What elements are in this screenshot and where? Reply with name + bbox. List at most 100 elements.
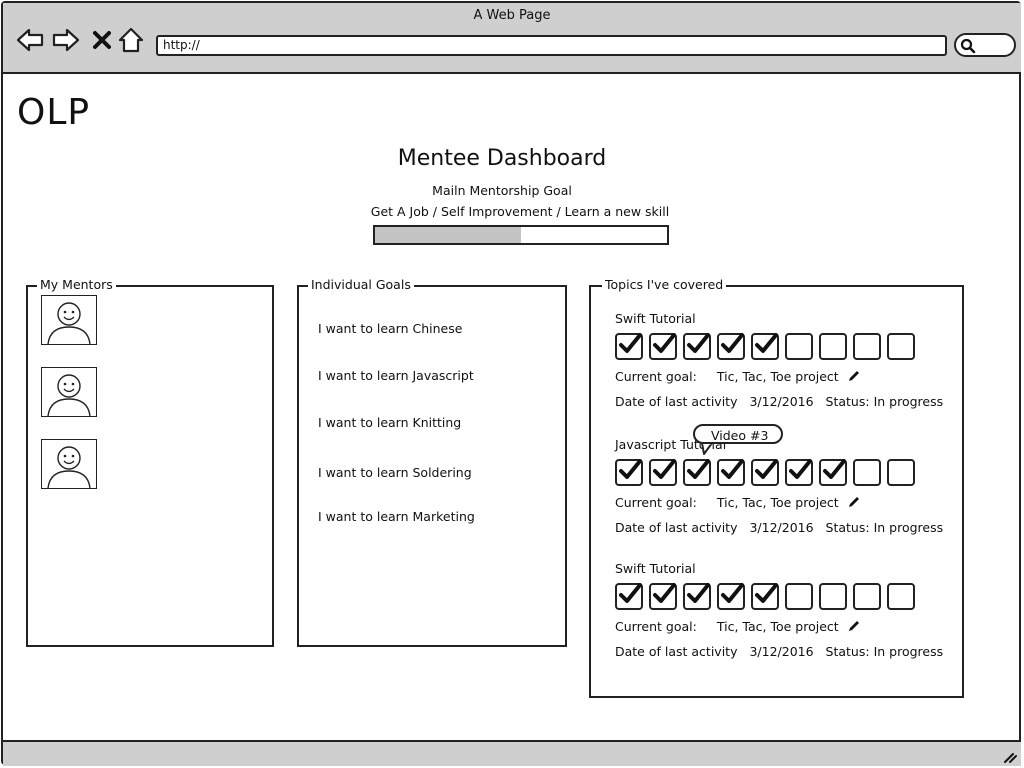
mentors-panel-title: My Mentors — [37, 277, 116, 292]
mentor-avatar[interactable] — [41, 295, 97, 345]
progress-fill — [375, 227, 521, 243]
video-tooltip: Video #3 — [693, 424, 783, 444]
pencil-icon[interactable] — [847, 495, 861, 512]
checkbox-unchecked[interactable] — [819, 583, 847, 610]
checkbox-unchecked[interactable] — [819, 333, 847, 360]
close-icon[interactable] — [87, 25, 117, 55]
topics-panel: Topics I've covered Swift Tutorial Curre… — [589, 277, 964, 698]
app-logo[interactable]: OLP — [17, 92, 90, 133]
checkbox-checked[interactable] — [649, 583, 677, 610]
checkbox-checked[interactable] — [683, 459, 711, 486]
checkbox-checked[interactable] — [751, 333, 779, 360]
checkbox-checked[interactable] — [615, 583, 643, 610]
status-label: Status: — [825, 644, 870, 659]
date-value: 3/12/2016 — [749, 644, 814, 659]
avatar-icon — [47, 302, 91, 344]
checkbox-checked[interactable] — [615, 459, 643, 486]
checkbox-checked[interactable] — [683, 583, 711, 610]
status-label: Status: — [825, 520, 870, 535]
topic-last-activity: Date of last activity 3/12/2016 Status: … — [615, 644, 943, 659]
page-title: Mentee Dashboard — [397, 146, 607, 171]
checkbox-unchecked[interactable] — [785, 333, 813, 360]
mentor-avatar[interactable] — [41, 439, 97, 489]
checkmark-icon — [687, 333, 710, 353]
checkmark-icon — [687, 459, 710, 479]
checkmark-icon — [721, 333, 744, 353]
date-value: 3/12/2016 — [749, 394, 814, 409]
goals-panel-title: Individual Goals — [308, 277, 414, 292]
checkbox-checked[interactable] — [717, 583, 745, 610]
resize-grip-icon[interactable] — [1003, 751, 1017, 763]
goal-item[interactable]: I want to learn Chinese — [318, 321, 462, 336]
search-field[interactable] — [954, 33, 1016, 57]
checkbox-unchecked[interactable] — [785, 583, 813, 610]
checkbox-checked[interactable] — [615, 333, 643, 360]
pencil-icon[interactable] — [847, 619, 861, 636]
checkbox-checked[interactable] — [751, 459, 779, 486]
checkmark-icon — [687, 583, 710, 603]
checkmark-icon — [653, 583, 676, 603]
date-label: Date of last activity — [615, 394, 738, 409]
checkbox-unchecked[interactable] — [853, 459, 881, 486]
current-goal-value: Tic, Tac, Toe project — [716, 619, 839, 634]
topic-last-activity: Date of last activity 3/12/2016 Status: … — [615, 520, 943, 535]
checkmark-icon — [653, 459, 676, 479]
goal-item[interactable]: I want to learn Javascript — [318, 368, 474, 383]
home-icon[interactable] — [116, 25, 146, 55]
checkbox-checked[interactable] — [717, 459, 745, 486]
url-field[interactable]: http:// — [156, 35, 947, 56]
checkmark-icon — [721, 583, 744, 603]
checkmark-icon — [619, 459, 642, 479]
checkmark-icon — [755, 583, 778, 603]
checkbox-checked[interactable] — [751, 583, 779, 610]
topic-current-goal: Current goal: Tic, Tac, Toe project — [615, 495, 861, 512]
topic-current-goal: Current goal: Tic, Tac, Toe project — [615, 619, 861, 636]
checkbox-checked[interactable] — [785, 459, 813, 486]
topic-progress-checkboxes — [615, 583, 915, 610]
checkbox-unchecked[interactable] — [887, 333, 915, 360]
checkmark-icon — [755, 459, 778, 479]
topic-last-activity: Date of last activity 3/12/2016 Status: … — [615, 394, 943, 409]
checkbox-checked[interactable] — [649, 333, 677, 360]
current-goal-label: Current goal: — [615, 369, 697, 384]
current-goal-label: Current goal: — [615, 619, 697, 634]
checkbox-unchecked[interactable] — [853, 333, 881, 360]
avatar-icon — [47, 446, 91, 488]
status-value: In progress — [873, 520, 944, 535]
checkmark-icon — [653, 333, 676, 353]
status-label: Status: — [825, 394, 870, 409]
tooltip-tail — [701, 444, 713, 455]
topic-title[interactable]: Swift Tutorial — [615, 311, 696, 326]
current-goal-value: Tic, Tac, Toe project — [716, 369, 839, 384]
current-goal-label: Current goal: — [615, 495, 697, 510]
browser-chrome: A Web Page http:// — [3, 3, 1021, 74]
back-arrow-icon[interactable] — [15, 25, 45, 55]
checkbox-unchecked[interactable] — [887, 459, 915, 486]
checkbox-checked[interactable] — [683, 333, 711, 360]
goal-item[interactable]: I want to learn Marketing — [318, 509, 475, 524]
main-goal-label: Mailn Mentorship Goal — [432, 183, 572, 198]
checkmark-icon — [721, 459, 744, 479]
mentor-avatar[interactable] — [41, 367, 97, 417]
topic-progress-checkboxes — [615, 333, 915, 360]
status-value: In progress — [873, 394, 944, 409]
main-goal-text: Get A Job / Self Improvement / Learn a n… — [370, 204, 670, 219]
search-icon — [960, 38, 976, 54]
date-label: Date of last activity — [615, 644, 738, 659]
checkbox-checked[interactable] — [819, 459, 847, 486]
goal-item[interactable]: I want to learn Knitting — [318, 415, 461, 430]
checkmark-icon — [619, 583, 642, 603]
status-value: In progress — [873, 644, 944, 659]
avatar-icon — [47, 374, 91, 416]
checkbox-checked[interactable] — [649, 459, 677, 486]
current-goal-value: Tic, Tac, Toe project — [716, 495, 839, 510]
checkbox-checked[interactable] — [717, 333, 745, 360]
topic-title[interactable]: Swift Tutorial — [615, 561, 696, 576]
forward-arrow-icon[interactable] — [51, 25, 81, 55]
status-bar — [3, 740, 1021, 766]
topic-progress-checkboxes — [615, 459, 915, 486]
checkbox-unchecked[interactable] — [853, 583, 881, 610]
checkbox-unchecked[interactable] — [887, 583, 915, 610]
pencil-icon[interactable] — [847, 369, 861, 386]
goal-item[interactable]: I want to learn Soldering — [318, 465, 472, 480]
